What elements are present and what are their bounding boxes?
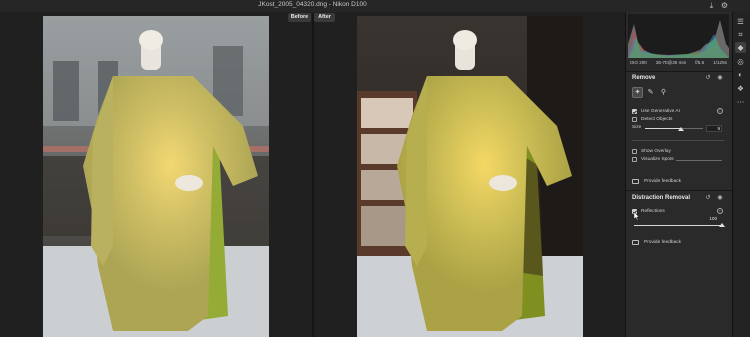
before-photo bbox=[43, 16, 269, 337]
reset-icon[interactable]: ↺ bbox=[704, 194, 712, 202]
eye-icon[interactable]: ◉ bbox=[716, 74, 724, 82]
show-overlay-checkbox[interactable]: Show Overlay bbox=[632, 148, 671, 155]
section-divider bbox=[626, 190, 732, 191]
mouse-cursor-icon bbox=[634, 212, 640, 220]
size-slider-knob[interactable] bbox=[677, 127, 684, 131]
reset-icon[interactable]: ↺ bbox=[704, 74, 712, 82]
info-icon[interactable]: i bbox=[717, 108, 723, 114]
remove-brush-icon[interactable]: ✦ bbox=[632, 87, 643, 98]
edit-sliders-icon[interactable]: ☰ bbox=[735, 16, 746, 27]
masking-icon[interactable]: ◎ bbox=[735, 56, 746, 67]
reflections-slider-fill bbox=[634, 225, 722, 226]
iso-value: ISO 200 bbox=[630, 60, 647, 65]
shutter-value: 1/125s bbox=[713, 60, 727, 65]
more-icon[interactable]: ⋯ bbox=[735, 96, 746, 107]
checkbox-checked[interactable] bbox=[632, 109, 637, 114]
size-slider-fill bbox=[645, 128, 681, 129]
after-button[interactable]: After bbox=[314, 13, 335, 22]
reflections-slider-knob[interactable] bbox=[719, 223, 725, 227]
eye-icon[interactable]: ◉ bbox=[716, 194, 724, 202]
info-icon[interactable]: i bbox=[717, 208, 723, 214]
use-generative-ai-label: Use Generative AI bbox=[641, 109, 680, 114]
histogram bbox=[628, 14, 729, 58]
presets-icon[interactable]: ❖ bbox=[735, 83, 746, 94]
detect-objects-label: Detect Objects bbox=[641, 117, 673, 122]
heal-brush-icon[interactable]: ✎ bbox=[645, 87, 656, 98]
feedback-label: Provide feedback bbox=[644, 239, 682, 245]
checkbox-unchecked[interactable] bbox=[632, 149, 637, 154]
separator bbox=[632, 140, 724, 141]
aperture-value: f/5.6 bbox=[695, 60, 705, 65]
crop-icon[interactable]: ⌗ bbox=[735, 29, 746, 40]
provide-feedback-link[interactable]: Provide feedback bbox=[632, 238, 681, 246]
visualize-spots-label: Visualize Spots bbox=[641, 157, 674, 162]
download-icon[interactable]: ⤓ bbox=[707, 1, 716, 10]
provide-feedback-link[interactable]: Provide feedback bbox=[632, 177, 681, 185]
detect-objects-checkbox[interactable]: Detect Objects bbox=[632, 116, 672, 123]
remove-eraser-icon[interactable]: ◆ bbox=[735, 42, 746, 53]
use-generative-ai-checkbox[interactable]: Use Generative AI bbox=[632, 108, 680, 115]
lens-value: 36-70@35 mm bbox=[655, 60, 687, 65]
document-title: JKost_2005_04320.dng - Nikon D100 bbox=[258, 1, 367, 8]
visualize-spots-slider[interactable] bbox=[676, 160, 722, 161]
feedback-icon bbox=[632, 239, 639, 245]
remove-section-title[interactable]: Remove bbox=[632, 75, 655, 81]
reflections-label: Reflections bbox=[641, 209, 665, 214]
camera-info: ISO 200 36-70@35 mm f/5.6 1/125s bbox=[628, 60, 729, 68]
before-button[interactable]: Before bbox=[288, 13, 311, 22]
checkbox-unchecked[interactable] bbox=[632, 117, 637, 122]
clone-stamp-icon[interactable]: ⚲ bbox=[658, 87, 669, 98]
feedback-label: Provide feedback bbox=[644, 178, 682, 184]
after-photo bbox=[357, 16, 583, 337]
show-overlay-label: Show Overlay bbox=[641, 149, 671, 154]
distraction-removal-title[interactable]: Distraction Removal bbox=[632, 195, 690, 201]
red-eye-icon[interactable]: ◐ bbox=[735, 69, 746, 80]
feedback-icon bbox=[632, 178, 639, 184]
reflections-value[interactable]: 100 bbox=[704, 216, 718, 223]
visualize-spots-checkbox[interactable]: Visualize Spots bbox=[632, 156, 674, 163]
checkbox-unchecked[interactable] bbox=[632, 157, 637, 162]
section-divider bbox=[626, 71, 732, 72]
compare-divider[interactable] bbox=[312, 14, 314, 337]
gear-icon[interactable]: ⚙ bbox=[720, 1, 729, 10]
size-value[interactable]: 9 bbox=[706, 125, 722, 132]
size-label: Size bbox=[632, 125, 642, 130]
